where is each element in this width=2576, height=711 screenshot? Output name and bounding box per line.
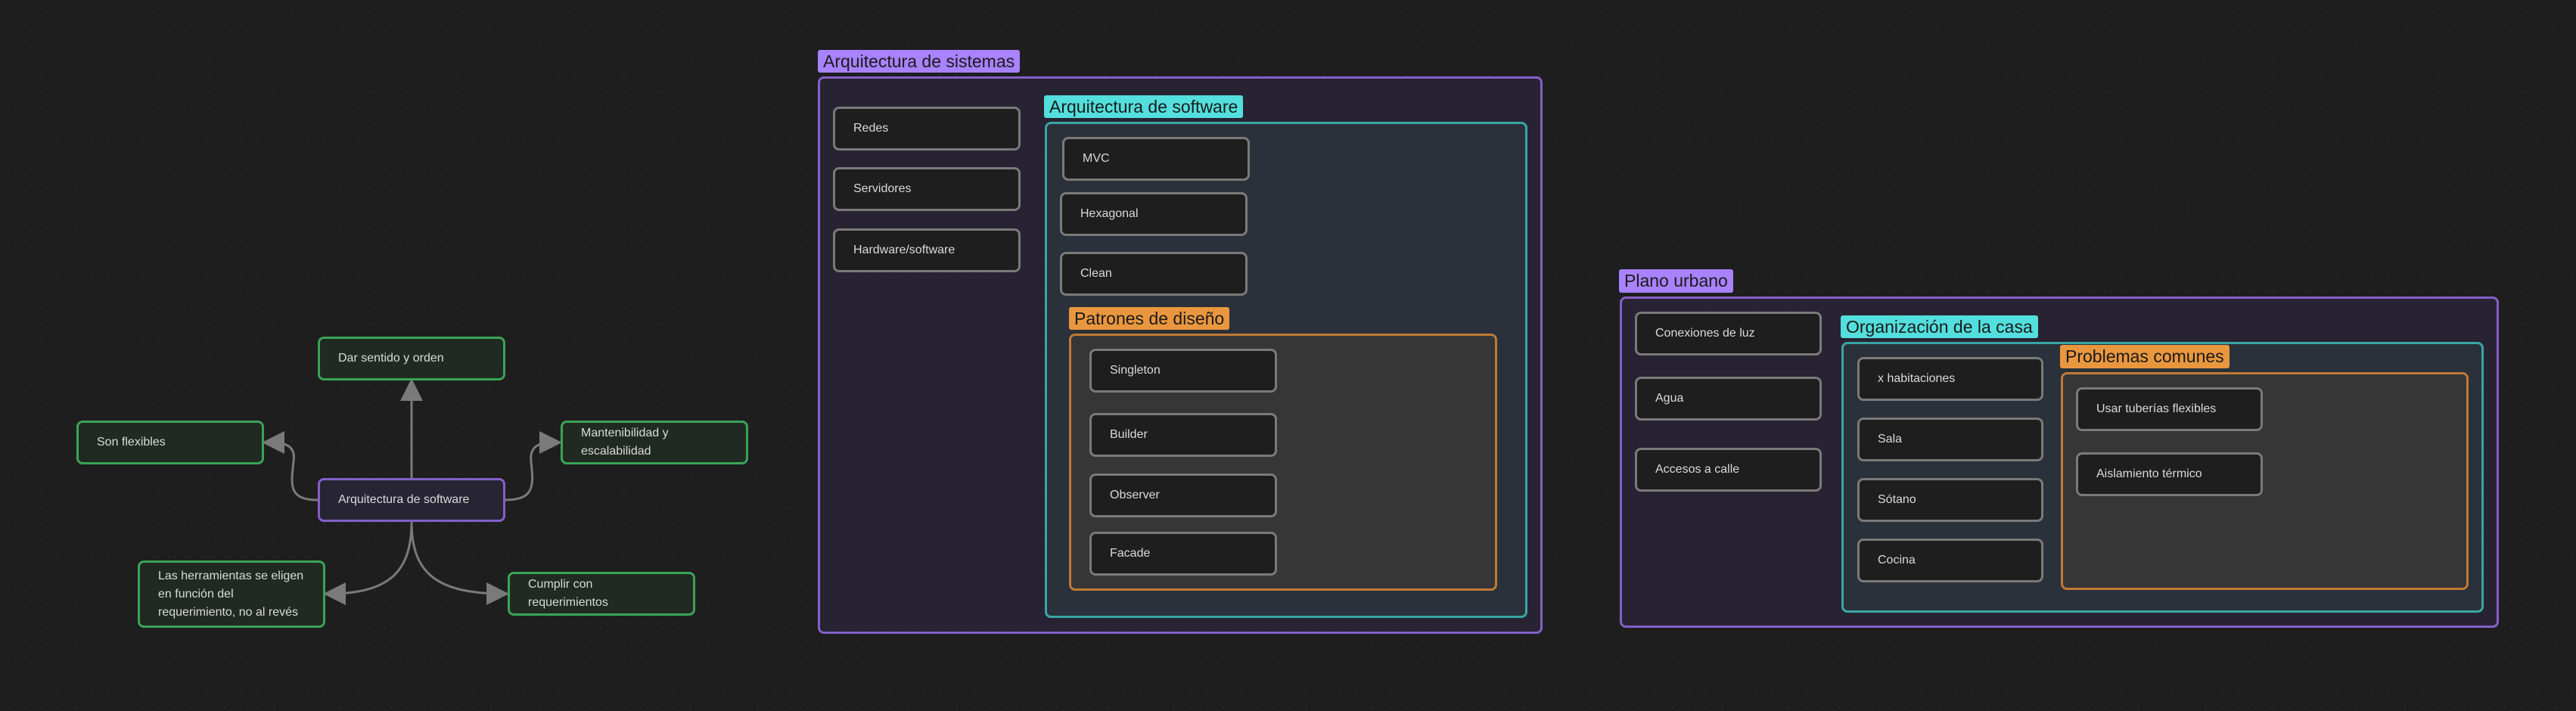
node-redes[interactable]: Redes [833, 107, 1021, 151]
node-herramientas[interactable]: Las herramientas se eligen en función de… [138, 560, 325, 628]
node-agua[interactable]: Agua [1635, 377, 1822, 421]
node-son-flexibles[interactable]: Son flexibles [76, 421, 264, 464]
node-aislamiento-termico[interactable]: Aislamiento térmico [2076, 452, 2263, 496]
node-sala[interactable]: Sala [1857, 418, 2043, 461]
node-servidores[interactable]: Servidores [833, 167, 1021, 211]
node-text: Singleton [1110, 364, 1161, 377]
node-text: MVC [1083, 152, 1110, 165]
node-singleton[interactable]: Singleton [1089, 349, 1277, 393]
node-text: Aislamiento térmico [2096, 467, 2202, 480]
node-mvc[interactable]: MVC [1062, 137, 1250, 181]
node-hexagonal[interactable]: Hexagonal [1060, 192, 1248, 236]
node-text: Accesos a calle [1655, 463, 1740, 476]
node-accesos-calle[interactable]: Accesos a calle [1635, 448, 1822, 492]
node-sotano[interactable]: Sótano [1857, 478, 2043, 522]
node-text: Son flexibles [97, 436, 166, 449]
node-text: Cumplir con requerimientos [528, 578, 608, 609]
group-label-problemas-comunes[interactable]: Problemas comunes [2060, 345, 2230, 368]
node-text: Mantenibilidad y escalabilidad [581, 427, 669, 458]
edge-to-herramientas [323, 521, 413, 605]
node-dar-sentido[interactable]: Dar sentido y orden [318, 337, 505, 380]
node-text: Builder [1110, 428, 1148, 441]
edge-to-mantenibilidad [505, 431, 562, 501]
node-text: Facade [1110, 547, 1151, 560]
node-text: Servidores [853, 182, 912, 195]
node-cocina[interactable]: Cocina [1857, 539, 2043, 582]
group-label-arquitectura-sistemas[interactable]: Arquitectura de sistemas [818, 50, 1021, 73]
node-text: Sótano [1878, 493, 1916, 506]
group-label-organizacion-casa[interactable]: Organización de la casa [1841, 315, 2038, 338]
node-text: Hardware/software [853, 244, 956, 256]
group-label-patrones-diseno[interactable]: Patrones de diseño [1069, 307, 1230, 330]
node-clean[interactable]: Clean [1060, 252, 1248, 296]
group-label-plano-urbano[interactable]: Plano urbano [1619, 269, 1733, 293]
node-facade[interactable]: Facade [1089, 532, 1277, 576]
node-conexiones-luz[interactable]: Conexiones de luz [1635, 312, 1822, 356]
node-text: Redes [853, 122, 889, 135]
node-builder[interactable]: Builder [1089, 413, 1277, 457]
group-label-arquitectura-software[interactable]: Arquitectura de software [1044, 95, 1244, 118]
node-text: Observer [1110, 489, 1160, 501]
edge-to-cumplir [410, 521, 509, 605]
node-cumplir[interactable]: Cumplir con requerimientos [508, 572, 695, 616]
node-text: Hexagonal [1080, 207, 1139, 220]
node-text: x habitaciones [1878, 372, 1956, 385]
node-text: Conexiones de luz [1655, 327, 1755, 340]
node-tuberias-flexibles[interactable]: Usar tuberías flexibles [2076, 387, 2263, 431]
node-mantenibilidad[interactable]: Mantenibilidad y escalabilidad [561, 421, 748, 464]
node-habitaciones[interactable]: x habitaciones [1857, 357, 2043, 401]
node-text: Dar sentido y orden [338, 352, 444, 365]
node-text: Agua [1655, 392, 1684, 405]
node-text: Sala [1878, 433, 1903, 446]
edge-to-son-flexibles [262, 431, 319, 501]
node-text: Cocina [1878, 554, 1916, 567]
node-text: Clean [1080, 267, 1112, 280]
node-text: Las herramientas se eligen en función de… [158, 569, 304, 619]
node-text: Arquitectura de software [338, 493, 470, 506]
node-hardware-software[interactable]: Hardware/software [833, 228, 1021, 272]
node-text: Usar tuberías flexibles [2096, 402, 2217, 415]
node-observer[interactable]: Observer [1089, 473, 1277, 517]
node-arquitectura-software-center[interactable]: Arquitectura de software [318, 478, 505, 522]
